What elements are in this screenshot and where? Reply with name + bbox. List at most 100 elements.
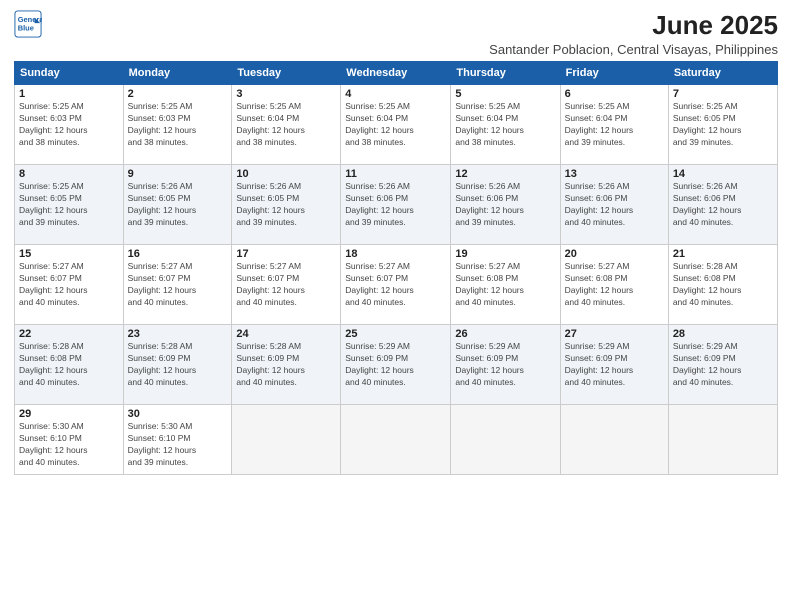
subtitle: Santander Poblacion, Central Visayas, Ph… [489, 42, 778, 57]
main-title: June 2025 [489, 10, 778, 41]
day-number: 20 [565, 248, 664, 260]
calendar-cell: 24Sunrise: 5:28 AM Sunset: 6:09 PM Dayli… [232, 325, 341, 405]
day-number: 23 [128, 328, 228, 340]
day-header-wednesday: Wednesday [341, 62, 451, 85]
day-info: Sunrise: 5:27 AM Sunset: 6:07 PM Dayligh… [19, 261, 119, 309]
day-number: 24 [236, 328, 336, 340]
calendar-cell: 13Sunrise: 5:26 AM Sunset: 6:06 PM Dayli… [560, 165, 668, 245]
calendar-cell: 22Sunrise: 5:28 AM Sunset: 6:08 PM Dayli… [15, 325, 124, 405]
day-info: Sunrise: 5:28 AM Sunset: 6:09 PM Dayligh… [236, 341, 336, 389]
calendar-cell: 19Sunrise: 5:27 AM Sunset: 6:08 PM Dayli… [451, 245, 560, 325]
calendar-week-row: 29Sunrise: 5:30 AM Sunset: 6:10 PM Dayli… [15, 405, 778, 475]
day-number: 1 [19, 88, 119, 100]
calendar-header-row: SundayMondayTuesdayWednesdayThursdayFrid… [15, 62, 778, 85]
calendar-cell [668, 405, 777, 475]
day-info: Sunrise: 5:29 AM Sunset: 6:09 PM Dayligh… [565, 341, 664, 389]
day-info: Sunrise: 5:29 AM Sunset: 6:09 PM Dayligh… [345, 341, 446, 389]
calendar-cell: 25Sunrise: 5:29 AM Sunset: 6:09 PM Dayli… [341, 325, 451, 405]
day-info: Sunrise: 5:25 AM Sunset: 6:03 PM Dayligh… [128, 101, 228, 149]
calendar-cell: 5Sunrise: 5:25 AM Sunset: 6:04 PM Daylig… [451, 85, 560, 165]
day-info: Sunrise: 5:27 AM Sunset: 6:07 PM Dayligh… [345, 261, 446, 309]
calendar-cell: 18Sunrise: 5:27 AM Sunset: 6:07 PM Dayli… [341, 245, 451, 325]
day-number: 5 [455, 88, 555, 100]
calendar-cell: 16Sunrise: 5:27 AM Sunset: 6:07 PM Dayli… [123, 245, 232, 325]
day-info: Sunrise: 5:26 AM Sunset: 6:05 PM Dayligh… [128, 181, 228, 229]
calendar-cell: 17Sunrise: 5:27 AM Sunset: 6:07 PM Dayli… [232, 245, 341, 325]
logo: General Blue [14, 10, 42, 38]
day-number: 14 [673, 168, 773, 180]
day-info: Sunrise: 5:27 AM Sunset: 6:07 PM Dayligh… [128, 261, 228, 309]
calendar-cell: 1Sunrise: 5:25 AM Sunset: 6:03 PM Daylig… [15, 85, 124, 165]
day-info: Sunrise: 5:29 AM Sunset: 6:09 PM Dayligh… [673, 341, 773, 389]
day-number: 13 [565, 168, 664, 180]
day-number: 19 [455, 248, 555, 260]
day-number: 21 [673, 248, 773, 260]
day-number: 15 [19, 248, 119, 260]
day-info: Sunrise: 5:26 AM Sunset: 6:06 PM Dayligh… [673, 181, 773, 229]
calendar-cell [232, 405, 341, 475]
page-header: General Blue June 2025 Santander Poblaci… [14, 10, 778, 57]
title-block: June 2025 Santander Poblacion, Central V… [489, 10, 778, 57]
calendar-cell: 12Sunrise: 5:26 AM Sunset: 6:06 PM Dayli… [451, 165, 560, 245]
day-number: 27 [565, 328, 664, 340]
day-number: 10 [236, 168, 336, 180]
logo-icon: General Blue [14, 10, 42, 38]
day-info: Sunrise: 5:27 AM Sunset: 6:08 PM Dayligh… [455, 261, 555, 309]
day-number: 18 [345, 248, 446, 260]
day-number: 30 [128, 408, 228, 420]
day-header-monday: Monday [123, 62, 232, 85]
day-info: Sunrise: 5:26 AM Sunset: 6:06 PM Dayligh… [455, 181, 555, 229]
day-number: 2 [128, 88, 228, 100]
day-info: Sunrise: 5:26 AM Sunset: 6:06 PM Dayligh… [565, 181, 664, 229]
day-number: 22 [19, 328, 119, 340]
calendar-week-row: 1Sunrise: 5:25 AM Sunset: 6:03 PM Daylig… [15, 85, 778, 165]
calendar-page: General Blue June 2025 Santander Poblaci… [0, 0, 792, 612]
day-info: Sunrise: 5:28 AM Sunset: 6:08 PM Dayligh… [19, 341, 119, 389]
calendar-cell: 3Sunrise: 5:25 AM Sunset: 6:04 PM Daylig… [232, 85, 341, 165]
day-number: 17 [236, 248, 336, 260]
calendar-cell: 2Sunrise: 5:25 AM Sunset: 6:03 PM Daylig… [123, 85, 232, 165]
day-info: Sunrise: 5:26 AM Sunset: 6:06 PM Dayligh… [345, 181, 446, 229]
calendar-cell: 10Sunrise: 5:26 AM Sunset: 6:05 PM Dayli… [232, 165, 341, 245]
day-header-tuesday: Tuesday [232, 62, 341, 85]
svg-text:Blue: Blue [18, 24, 34, 33]
calendar-cell: 8Sunrise: 5:25 AM Sunset: 6:05 PM Daylig… [15, 165, 124, 245]
calendar-cell: 14Sunrise: 5:26 AM Sunset: 6:06 PM Dayli… [668, 165, 777, 245]
calendar-cell: 21Sunrise: 5:28 AM Sunset: 6:08 PM Dayli… [668, 245, 777, 325]
calendar-table: SundayMondayTuesdayWednesdayThursdayFrid… [14, 61, 778, 475]
calendar-week-row: 15Sunrise: 5:27 AM Sunset: 6:07 PM Dayli… [15, 245, 778, 325]
day-number: 8 [19, 168, 119, 180]
day-info: Sunrise: 5:25 AM Sunset: 6:04 PM Dayligh… [565, 101, 664, 149]
day-number: 16 [128, 248, 228, 260]
calendar-cell: 6Sunrise: 5:25 AM Sunset: 6:04 PM Daylig… [560, 85, 668, 165]
calendar-cell [560, 405, 668, 475]
day-info: Sunrise: 5:25 AM Sunset: 6:03 PM Dayligh… [19, 101, 119, 149]
day-info: Sunrise: 5:25 AM Sunset: 6:04 PM Dayligh… [236, 101, 336, 149]
calendar-cell: 9Sunrise: 5:26 AM Sunset: 6:05 PM Daylig… [123, 165, 232, 245]
day-number: 29 [19, 408, 119, 420]
calendar-cell: 20Sunrise: 5:27 AM Sunset: 6:08 PM Dayli… [560, 245, 668, 325]
calendar-cell: 15Sunrise: 5:27 AM Sunset: 6:07 PM Dayli… [15, 245, 124, 325]
day-info: Sunrise: 5:27 AM Sunset: 6:07 PM Dayligh… [236, 261, 336, 309]
day-number: 25 [345, 328, 446, 340]
day-header-thursday: Thursday [451, 62, 560, 85]
calendar-cell [451, 405, 560, 475]
calendar-cell [341, 405, 451, 475]
day-info: Sunrise: 5:30 AM Sunset: 6:10 PM Dayligh… [19, 421, 119, 469]
day-info: Sunrise: 5:30 AM Sunset: 6:10 PM Dayligh… [128, 421, 228, 469]
day-info: Sunrise: 5:26 AM Sunset: 6:05 PM Dayligh… [236, 181, 336, 229]
calendar-cell: 26Sunrise: 5:29 AM Sunset: 6:09 PM Dayli… [451, 325, 560, 405]
day-info: Sunrise: 5:29 AM Sunset: 6:09 PM Dayligh… [455, 341, 555, 389]
calendar-week-row: 8Sunrise: 5:25 AM Sunset: 6:05 PM Daylig… [15, 165, 778, 245]
day-number: 28 [673, 328, 773, 340]
day-number: 4 [345, 88, 446, 100]
day-number: 12 [455, 168, 555, 180]
calendar-cell: 30Sunrise: 5:30 AM Sunset: 6:10 PM Dayli… [123, 405, 232, 475]
day-number: 26 [455, 328, 555, 340]
calendar-cell: 7Sunrise: 5:25 AM Sunset: 6:05 PM Daylig… [668, 85, 777, 165]
calendar-cell: 11Sunrise: 5:26 AM Sunset: 6:06 PM Dayli… [341, 165, 451, 245]
calendar-cell: 23Sunrise: 5:28 AM Sunset: 6:09 PM Dayli… [123, 325, 232, 405]
day-number: 9 [128, 168, 228, 180]
calendar-cell: 29Sunrise: 5:30 AM Sunset: 6:10 PM Dayli… [15, 405, 124, 475]
day-number: 6 [565, 88, 664, 100]
